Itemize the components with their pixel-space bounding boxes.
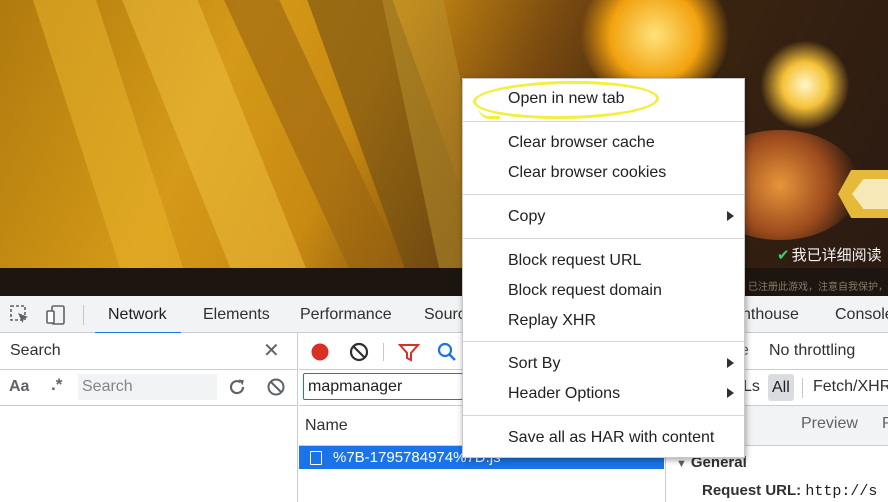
tab-console[interactable]: Console	[835, 296, 888, 333]
search-toolbar: Aa .*	[0, 370, 297, 406]
game-background: ✔ 我已详细阅读 已注册此游戏，注意自我保护，谨	[0, 0, 888, 296]
menu-item-block-domain[interactable]: Block request domain	[463, 277, 744, 305]
menu-item-label: Copy	[508, 208, 546, 225]
tab-network[interactable]: Network	[95, 296, 181, 334]
menu-item-label: Sort By	[508, 355, 561, 372]
request-url-value: http://s	[805, 483, 878, 500]
menu-item-sort-by[interactable]: Sort By	[463, 350, 744, 378]
type-filter-fetch-xhr[interactable]: Fetch/XHR	[813, 378, 888, 396]
menu-item-label: Header Options	[508, 385, 621, 402]
search-icon[interactable]	[436, 341, 458, 363]
device-toolbar-icon[interactable]	[45, 304, 67, 326]
file-icon	[310, 451, 322, 465]
regex-toggle[interactable]: .*	[51, 375, 62, 395]
clear-log-icon[interactable]	[348, 341, 370, 363]
check-icon: ✔	[777, 246, 790, 264]
context-menu: Open in new tab Clear browser cache Clea…	[462, 78, 745, 458]
tab-preview[interactable]: Preview	[801, 415, 858, 433]
menu-item-label: Replay XHR	[508, 312, 597, 329]
menu-item-header-options[interactable]: Header Options	[463, 380, 744, 408]
menu-item-label: Open in new tab	[508, 90, 625, 107]
type-filter-partial[interactable]: Ls	[743, 378, 760, 396]
tab-lighthouse[interactable]: hthouse	[742, 296, 799, 333]
devtools-panel: Network Elements Performance Sourc hthou…	[0, 296, 888, 502]
type-filter-all[interactable]: All	[768, 374, 794, 401]
menu-item-replay-xhr[interactable]: Replay XHR	[463, 307, 744, 335]
agreement-label: 我已详细阅读	[791, 246, 882, 264]
type-divider	[802, 378, 803, 398]
search-drawer: Search ✕ Aa .*	[0, 333, 298, 502]
match-case-toggle[interactable]: Aa	[9, 378, 29, 396]
throttling-select[interactable]: No throttling	[769, 342, 855, 360]
menu-separator	[463, 341, 744, 342]
inspect-element-icon[interactable]	[9, 304, 31, 326]
agreement-text: ✔ 我已详细阅读	[777, 244, 882, 265]
menu-item-open-new-tab[interactable]: Open in new tab	[463, 85, 744, 113]
menu-item-label: Clear browser cookies	[508, 164, 667, 181]
devtools-tabbar: Network Elements Performance Sourc hthou…	[0, 296, 888, 334]
close-icon[interactable]: ✕	[263, 341, 280, 361]
menu-item-save-har[interactable]: Save all as HAR with content	[463, 424, 744, 452]
menu-separator	[463, 415, 744, 416]
tab-performance[interactable]: Performance	[300, 296, 392, 333]
menu-separator	[463, 238, 744, 239]
menu-item-label: Save all as HAR with content	[508, 429, 715, 446]
submenu-arrow-icon	[727, 211, 734, 221]
name-column-header[interactable]: Name	[305, 417, 348, 435]
request-url-line: Request URL: http://s	[702, 482, 877, 500]
clear-search-icon[interactable]	[266, 377, 286, 397]
filter-icon[interactable]	[398, 341, 420, 363]
network-filter-input[interactable]	[303, 373, 463, 400]
menu-item-label: Block request domain	[508, 282, 662, 299]
menu-separator	[463, 121, 744, 122]
menu-item-clear-cache[interactable]: Clear browser cache	[463, 129, 744, 157]
submenu-arrow-icon	[727, 388, 734, 398]
search-input[interactable]	[78, 374, 217, 400]
menu-item-label: Clear browser cache	[508, 134, 655, 151]
footer-notice: 已注册此游戏，注意自我保护，谨	[748, 282, 888, 293]
menu-item-label: Block request URL	[508, 252, 642, 269]
refresh-icon[interactable]	[227, 377, 247, 397]
tab-response[interactable]: R	[882, 415, 888, 433]
search-header: Search ✕	[0, 333, 297, 370]
tab-sources[interactable]: Sourc	[424, 296, 466, 333]
toolbar-divider	[383, 343, 384, 361]
search-title: Search	[10, 342, 61, 359]
request-url-label: Request URL:	[702, 482, 802, 499]
menu-item-copy[interactable]: Copy	[463, 203, 744, 231]
submenu-arrow-icon	[727, 358, 734, 368]
toolbar-divider	[83, 305, 84, 325]
menu-item-block-url[interactable]: Block request URL	[463, 247, 744, 275]
menu-separator	[463, 194, 744, 195]
menu-item-clear-cookies[interactable]: Clear browser cookies	[463, 159, 744, 187]
record-icon[interactable]	[309, 341, 331, 363]
tab-elements[interactable]: Elements	[203, 296, 270, 333]
